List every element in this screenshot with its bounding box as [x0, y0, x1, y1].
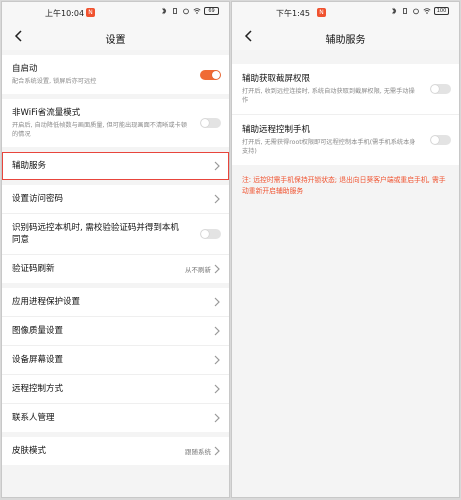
row-label: 自启动 [12, 64, 38, 74]
accessibility-options: 辅助获取截屏权限 打开后, 收到远控连接时, 系统自动获取到截屏权限, 无需手动… [232, 64, 459, 165]
settings-row[interactable]: 设备屏幕设置 [2, 346, 229, 375]
settings-group: 自启动配合系统设置, 锁屏后亦可远控 [2, 55, 229, 94]
nav-bar: 辅助服务 [232, 24, 459, 50]
row-label: 非WiFi省流量模式 [12, 108, 81, 118]
vibrate-icon [173, 8, 177, 14]
settings-row[interactable]: 远程控制方式 [2, 375, 229, 404]
chevron-right-icon [214, 161, 220, 171]
screenshot-permission-row: 辅助获取截屏权限 打开后, 收到远控连接时, 系统自动获取到截屏权限, 无需手动… [232, 64, 459, 115]
setting-toggle[interactable] [200, 229, 221, 239]
settings-group: 设置访问密码识别码远控本机时, 需校验验证码并得到本机同意验证码刷新 从不刷新 [2, 185, 229, 283]
remote-control-row: 辅助远程控制手机 打开后, 无需获得root权限即可远程控制本手机(需手机系统本… [232, 115, 459, 165]
chevron-right-icon [214, 355, 220, 365]
settings-group: 应用进程保护设置 图像质量设置 设备屏幕设置 远程控制方式 联系人管理 [2, 288, 229, 432]
vibrate-icon [403, 8, 407, 14]
settings-group: 皮肤模式 跟随系统 [2, 437, 229, 465]
bluetooth-icon [162, 7, 167, 15]
status-bar: 上午10:04 N 69 [2, 2, 229, 24]
chevron-right-icon [214, 264, 220, 274]
wifi-icon [423, 8, 431, 14]
settings-row[interactable]: 联系人管理 [2, 404, 229, 432]
row-description: 打开后, 无需获得root权限即可远程控制本手机(需手机系统本身支持) [242, 139, 416, 155]
app-notification-icon: N [86, 8, 95, 17]
status-time: 下午1:45 [276, 9, 310, 18]
row-label: 图像质量设置 [12, 326, 64, 336]
settings-screen: 上午10:04 N 69 设置 自启动 配合系统设置, 锁屏后亦可远控 非WiFi省… [1, 1, 230, 498]
settings-row[interactable]: 皮肤模式 跟随系统 [2, 437, 229, 465]
page-title: 辅助服务 [325, 35, 366, 46]
chevron-right-icon [214, 297, 220, 307]
settings-row[interactable]: 辅助服务 [2, 152, 229, 180]
screenshot-permission-toggle[interactable] [430, 84, 451, 94]
row-label: 识别码远控本机时, 需校验验证码并得到本机同意 [12, 223, 179, 245]
settings-row[interactable]: 设置访问密码 [2, 185, 229, 214]
row-label: 联系人管理 [12, 413, 55, 423]
row-value: 跟随系统 [185, 448, 211, 456]
row-description: 开启后, 自动降低帧数与画面质量, 但可能出现画面不清晰或卡顿的情况 [12, 122, 187, 138]
row-label: 设备屏幕设置 [12, 355, 64, 365]
row-label: 辅助服务 [12, 161, 47, 171]
status-time: 上午10:04 [45, 9, 85, 18]
status-bar: 下午1:45 N 100 [232, 2, 459, 24]
chevron-right-icon [214, 446, 220, 456]
row-label: 辅助远程控制手机 [242, 125, 311, 135]
chevron-right-icon [214, 194, 220, 204]
wifi-icon [193, 8, 201, 14]
chevron-right-icon [214, 384, 220, 394]
page-title: 设置 [105, 35, 126, 46]
settings-row: 识别码远控本机时, 需校验验证码并得到本机同意 [2, 214, 229, 255]
row-label: 远程控制方式 [12, 384, 64, 394]
setting-toggle[interactable] [200, 69, 221, 80]
row-label: 应用进程保护设置 [12, 297, 81, 307]
settings-list: 自启动配合系统设置, 锁屏后亦可远控 非WiFi省流量模式开启后, 自动降低帧数与… [2, 55, 229, 465]
alarm-icon [413, 8, 419, 15]
bluetooth-icon [392, 7, 397, 15]
service-note: 注: 远控时需手机保持开锁状态; 退出向日葵客户端或重启手机, 需手动重新开启辅… [242, 176, 446, 195]
setting-toggle[interactable] [200, 118, 221, 128]
row-description: 打开后, 收到远控连接时, 系统自动获取到截屏权限, 无需手动操作 [242, 88, 415, 104]
chevron-right-icon [214, 413, 220, 423]
settings-row[interactable]: 应用进程保护设置 [2, 288, 229, 317]
row-description: 配合系统设置, 锁屏后亦可远控 [12, 78, 97, 85]
settings-group: 辅助服务 [2, 152, 229, 180]
battery-icon: 100 [434, 7, 449, 15]
settings-group: 非WiFi省流量模式开启后, 自动降低帧数与画面质量, 但可能出现画面不清晰或卡… [2, 99, 229, 147]
accessibility-service-screen: 下午1:45 N 100 辅助服务 辅助获取截屏权限 打开后, 收到远控连接时,… [231, 1, 460, 498]
row-label: 辅助获取截屏权限 [242, 74, 311, 84]
settings-row[interactable]: 验证码刷新 从不刷新 [2, 255, 229, 283]
chevron-right-icon [214, 326, 220, 336]
battery-icon: 69 [204, 7, 219, 15]
remote-control-toggle[interactable] [430, 135, 451, 145]
alarm-icon [183, 8, 189, 15]
settings-row: 非WiFi省流量模式开启后, 自动降低帧数与画面质量, 但可能出现画面不清晰或卡… [2, 99, 229, 147]
nav-bar: 设置 [2, 24, 229, 50]
settings-row[interactable]: 图像质量设置 [2, 317, 229, 346]
app-notification-icon: N [317, 8, 326, 17]
row-label: 设置访问密码 [12, 194, 64, 204]
settings-row: 自启动配合系统设置, 锁屏后亦可远控 [2, 55, 229, 94]
row-value: 从不刷新 [185, 266, 211, 274]
